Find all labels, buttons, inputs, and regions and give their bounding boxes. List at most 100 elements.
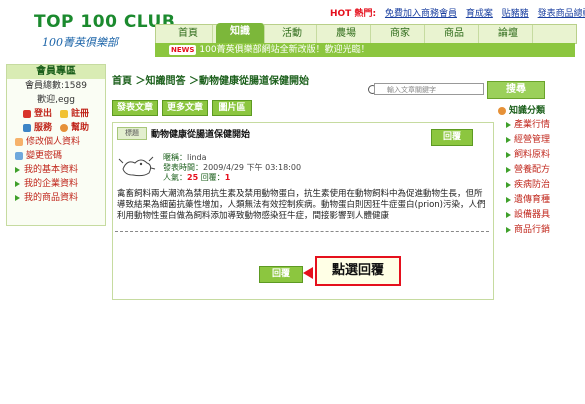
post-card: 標題 動物健康從腸道保健開始 回覆 暱稱：linda 發表時間：2009/4/2… (112, 122, 494, 300)
change-password-label: 變更密碼 (26, 151, 63, 161)
category-icon (498, 106, 506, 115)
reply-callout: 點選回覆 (315, 256, 401, 286)
top-bar: TOP 100 CLUB 100菁英俱樂部 HOT 熱門: 免費加入商務會員 育… (0, 0, 585, 62)
help-link[interactable]: 幫助 (60, 121, 89, 135)
popularity-label: 人氣： (163, 173, 187, 182)
site-logo[interactable]: TOP 100 CLUB 100菁英俱樂部 (6, 6, 175, 50)
service-label: 服務 (33, 123, 52, 133)
category-item[interactable]: 產業行情 (498, 118, 578, 133)
replies-count: 1 (224, 173, 231, 182)
help-links: 服務 幫助 (7, 121, 105, 135)
bullet-icon (506, 151, 511, 158)
edit-profile-label: 修改個人資料 (26, 137, 81, 147)
callout-arrow (303, 267, 313, 279)
member-count: 會員總數:1589 (25, 81, 87, 91)
hot-link-pig[interactable]: 贴豬豬 (502, 9, 529, 19)
my-basic-info-link[interactable]: 我的基本資料 (7, 163, 105, 177)
hot-links: HOT 熱門: 免費加入商務會員 育成案 贴豬豬 發表商品總動 (330, 6, 585, 19)
service-link[interactable]: 服務 (22, 121, 52, 135)
change-password-link[interactable]: 變更密碼 (7, 149, 105, 163)
category-item-label: 疾病防治 (514, 180, 551, 190)
news-badge: NEWS (169, 45, 197, 55)
bullet-icon (506, 121, 511, 128)
user-avatar (118, 156, 156, 177)
my-product-info-link[interactable]: 我的商品資料 (7, 191, 105, 205)
my-company-info-link[interactable]: 我的企業資料 (7, 177, 105, 191)
edit-profile-link[interactable]: 修改個人資料 (7, 135, 105, 149)
edit-icon (15, 137, 23, 146)
register-icon (60, 109, 68, 118)
bullet-icon (506, 196, 511, 203)
service-icon (22, 123, 31, 132)
help-label: 幫助 (71, 123, 90, 133)
member-header: 會員專區 (7, 65, 105, 79)
post-body: 禽畜飼料兩大潮流為禁用抗生素及禁用動物蛋白，抗生素使用在動物飼料中為促進動物生長… (117, 189, 486, 221)
reply-button-top[interactable]: 回覆 (431, 129, 473, 146)
category-item-label: 遺傳育種 (514, 195, 551, 205)
post-time: 2009/4/29 下午 03:18:00 (203, 163, 302, 172)
auth-links: 登出 註冊 (7, 107, 105, 121)
category-item-label: 營養配方 (514, 165, 551, 175)
bullet-icon (15, 180, 20, 187)
nav-tab-home[interactable]: 首頁 (164, 25, 213, 43)
hot-link-incubation[interactable]: 育成案 (466, 9, 493, 19)
category-list: 知識分類 產業行情 經營管理 飼料原料 營養配方 疾病防治 遺傳育種 設備器具 … (498, 104, 578, 238)
category-header-label: 知識分類 (509, 106, 546, 116)
key-icon (15, 151, 23, 160)
nickname: linda (187, 153, 207, 162)
main-nav: 首頁 知識 活動 農場 商家 商品 論壇 (155, 23, 577, 44)
logout-label: 登出 (33, 109, 52, 119)
logout-icon (22, 109, 31, 118)
register-link[interactable]: 註冊 (60, 107, 89, 121)
my-product-info-label: 我的商品資料 (24, 193, 79, 203)
bullet-icon (506, 166, 511, 173)
bullet-icon (15, 166, 20, 173)
post-divider (115, 231, 489, 232)
category-item[interactable]: 營養配方 (498, 163, 578, 178)
news-text: 100菁英俱樂部網站全新改版！歡迎光臨！ (199, 45, 370, 55)
bullet-icon (15, 194, 20, 201)
breadcrumb: 首頁 ＞知識問答 ＞動物健康從腸道保健開始 (112, 76, 309, 87)
reply-button-bottom[interactable]: 回覆 (259, 266, 303, 283)
category-item[interactable]: 疾病防治 (498, 178, 578, 193)
search-button[interactable]: 搜尋 (487, 81, 545, 99)
hot-link-join[interactable]: 免費加入商務會員 (385, 9, 457, 19)
category-item-label: 經營管理 (514, 135, 551, 145)
title-badge: 標題 (117, 127, 147, 140)
main-content: 首頁 ＞知識問答 ＞動物健康從腸道保健開始 輸入文章關鍵字 搜尋 發表文章 更多… (108, 64, 545, 304)
nav-tab-forum[interactable]: 論壇 (484, 25, 533, 43)
hot-label: HOT 熱門: (330, 9, 377, 19)
search-input[interactable]: 輸入文章關鍵字 (374, 83, 484, 95)
my-basic-info-label: 我的基本資料 (24, 165, 79, 175)
post-title: 動物健康從腸道保健開始 (151, 130, 251, 140)
nav-tab-merchants[interactable]: 商家 (376, 25, 425, 43)
category-item-label: 飼料原料 (514, 150, 551, 160)
logout-link[interactable]: 登出 (22, 107, 52, 121)
replies-label: 回覆： (200, 173, 225, 182)
post-time-label: 發表時間： (163, 163, 203, 172)
more-articles-button[interactable]: 更多文章 (162, 100, 208, 116)
logo-subtitle: 100菁英俱樂部 (42, 36, 118, 49)
popularity-count: 25 (187, 173, 199, 182)
my-company-info-label: 我的企業資料 (24, 179, 79, 189)
register-label: 註冊 (71, 109, 90, 119)
image-gallery-button[interactable]: 圖片區 (212, 100, 252, 116)
category-item-label: 產業行情 (514, 120, 551, 130)
category-item[interactable]: 經營管理 (498, 133, 578, 148)
nav-tab-knowledge[interactable]: 知識 (216, 23, 265, 43)
category-item-label: 商品行銷 (514, 225, 551, 235)
category-item[interactable]: 遺傳育種 (498, 193, 578, 208)
member-sidebar: 會員專區 會員總數:1589 歡迎,egg 登出 註冊 服務 幫助 修改個人資料… (6, 64, 106, 226)
news-ticker: NEWS 100菁英俱樂部網站全新改版！歡迎光臨！ (155, 43, 575, 57)
bullet-icon (506, 211, 511, 218)
post-article-button[interactable]: 發表文章 (112, 100, 158, 116)
nav-tab-events[interactable]: 活動 (268, 25, 317, 43)
category-item[interactable]: 飼料原料 (498, 148, 578, 163)
nav-tab-products[interactable]: 商品 (430, 25, 479, 43)
hot-link-publish[interactable]: 發表商品總動 (538, 9, 585, 19)
nav-tab-farm[interactable]: 農場 (322, 25, 371, 43)
category-item[interactable]: 商品行銷 (498, 223, 578, 238)
username: 歡迎,egg (37, 95, 75, 105)
help-icon (60, 123, 68, 132)
category-item[interactable]: 設備器具 (498, 208, 578, 223)
